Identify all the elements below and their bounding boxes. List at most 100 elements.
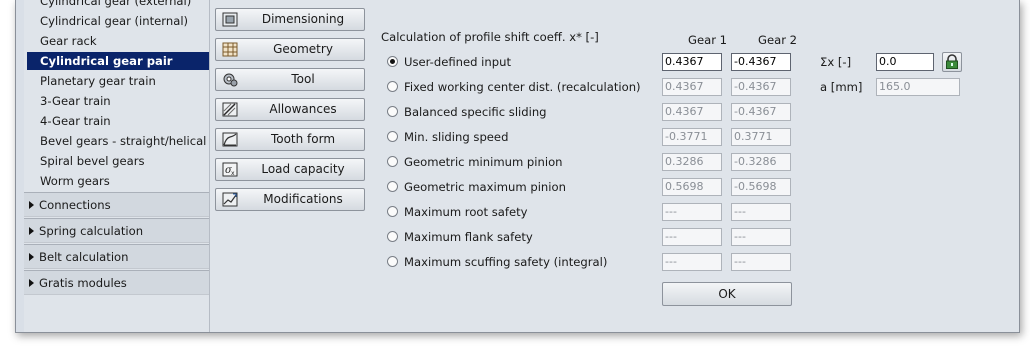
gear1-min-sliding-field: -0.3771 (662, 128, 722, 146)
sidebar-category-connections[interactable]: Connections (24, 192, 222, 217)
sidebar-item-worm-gears[interactable]: Worm gears (40, 172, 110, 190)
option-maximum-root-safety[interactable]: Maximum root safety (387, 204, 528, 220)
gear2-balanced-sliding-field: -0.4367 (731, 103, 791, 121)
sidebar-item-cylindrical-gear-pair[interactable]: Cylindrical gear pair (27, 52, 222, 70)
option-label: Balanced specific sliding (404, 105, 547, 119)
geometry-button[interactable]: Geometry (215, 38, 365, 61)
radio-button[interactable] (387, 181, 398, 192)
modifications-label: Modifications (263, 192, 343, 206)
option-geometric-maximum-pinion[interactable]: Geometric maximum pinion (387, 179, 566, 195)
option-fixed-working-center-dist[interactable]: Fixed working center dist. (recalculatio… (387, 79, 641, 95)
option-label: Geometric maximum pinion (404, 180, 566, 194)
app-window: Cylindrical gear (external) Cylindrical … (15, 0, 1020, 333)
option-label: Geometric minimum pinion (404, 155, 563, 169)
option-label: Maximum scuffing safety (integral) (404, 255, 608, 269)
dimensioning-icon (222, 12, 238, 27)
sidebar-category-belt-calculation[interactable]: Belt calculation (24, 244, 222, 269)
center-distance-field: 165.0 (876, 78, 960, 96)
tool-label: Tool (291, 72, 315, 86)
option-label: Min. sliding speed (404, 130, 509, 144)
tooth-form-button[interactable]: Tooth form (215, 128, 365, 151)
option-user-defined-input[interactable]: User-defined input (387, 54, 511, 70)
geometry-label: Geometry (273, 42, 333, 56)
sidebar-item-4-gear-train[interactable]: 4-Gear train (40, 112, 111, 130)
radio-button[interactable] (387, 81, 398, 92)
sidebar-category-gratis-modules[interactable]: Gratis modules (24, 270, 222, 295)
category-label: Gratis modules (39, 276, 127, 290)
option-maximum-scuffing-safety[interactable]: Maximum scuffing safety (integral) (387, 254, 607, 270)
radio-button[interactable] (387, 206, 398, 217)
sidebar-item-cylindrical-gear-internal[interactable]: Cylindrical gear (internal) (40, 12, 188, 30)
profile-shift-title: Calculation of profile shift coeff. x* [… (381, 30, 599, 44)
radio-button[interactable] (387, 106, 398, 117)
gear1-geom-min-field: 0.3286 (662, 153, 722, 171)
lock-icon (946, 54, 958, 69)
category-label: Belt calculation (39, 250, 129, 264)
tool-button[interactable]: Tool (215, 68, 365, 91)
modifications-button[interactable]: Modifications (215, 188, 365, 211)
module-sidebar: Cylindrical gear (external) Cylindrical … (24, 0, 222, 332)
load-capacity-label: Load capacity (261, 162, 345, 176)
sidebar-item-planetary-gear-train[interactable]: Planetary gear train (40, 72, 156, 90)
sidebar-category-spring-calculation[interactable]: Spring calculation (24, 218, 222, 243)
tooth-form-icon (222, 132, 238, 147)
option-label: Fixed working center dist. (recalculatio… (404, 80, 641, 94)
load-capacity-button[interactable]: σx Load capacity (215, 158, 365, 181)
option-label: Maximum flank safety (404, 230, 533, 244)
expand-triangle-icon (29, 253, 34, 261)
category-label: Spring calculation (39, 224, 144, 238)
allowances-label: Allowances (269, 102, 337, 116)
option-label: User-defined input (404, 55, 512, 69)
sum-x-field[interactable]: 0.0 (876, 53, 934, 71)
sidebar-item-bevel-gears[interactable]: Bevel gears - straight/helical (40, 132, 206, 150)
gear2-root-safety-field: --- (731, 203, 791, 221)
radio-button[interactable] (387, 256, 398, 267)
gear2-scuffing-safety-field: --- (731, 253, 791, 271)
gear2-geom-max-field: -0.5698 (731, 178, 791, 196)
gear1-fixed-center-field: 0.4367 (662, 78, 722, 96)
gear1-geom-max-field: 0.5698 (662, 178, 722, 196)
lock-button[interactable] (942, 52, 962, 72)
gear1-flank-safety-field: --- (662, 228, 722, 246)
radio-button[interactable] (387, 231, 398, 242)
sidebar-item-3-gear-train[interactable]: 3-Gear train (40, 92, 111, 110)
sidebar-item-cylindrical-gear-external[interactable]: Cylindrical gear (external) (40, 0, 191, 10)
gear1-root-safety-field: --- (662, 203, 722, 221)
option-label: Maximum root safety (404, 205, 528, 219)
option-min-sliding-speed[interactable]: Min. sliding speed (387, 129, 508, 145)
sidebar-item-gear-rack[interactable]: Gear rack (40, 32, 97, 50)
category-label: Connections (39, 198, 111, 212)
sum-x-label: Σx [-] (820, 55, 852, 69)
geometry-icon (222, 42, 238, 57)
modifications-icon (222, 192, 238, 207)
option-balanced-specific-sliding[interactable]: Balanced specific sliding (387, 104, 547, 120)
tool-icon (223, 73, 238, 87)
option-maximum-flank-safety[interactable]: Maximum flank safety (387, 229, 533, 245)
dimensioning-button[interactable]: Dimensioning (215, 8, 365, 31)
gear2-column-header: Gear 2 (758, 33, 798, 47)
gear2-geom-min-field: -0.3286 (731, 153, 791, 171)
gear1-column-header: Gear 1 (688, 33, 728, 47)
option-geometric-minimum-pinion[interactable]: Geometric minimum pinion (387, 154, 563, 170)
allowances-icon (222, 102, 238, 117)
load-capacity-icon: σx (222, 162, 238, 177)
svg-text:x: x (231, 170, 235, 177)
allowances-button[interactable]: Allowances (215, 98, 365, 121)
radio-button[interactable] (387, 156, 398, 167)
gear1-scuffing-safety-field: --- (662, 253, 722, 271)
radio-button[interactable] (387, 56, 398, 67)
gear1-balanced-sliding-field: 0.4367 (662, 103, 722, 121)
gear2-flank-safety-field: --- (731, 228, 791, 246)
sidebar-item-spiral-bevel-gears[interactable]: Spiral bevel gears (40, 152, 145, 170)
gear2-min-sliding-field: 0.3771 (731, 128, 791, 146)
gear2-user-defined-field[interactable]: -0.4367 (731, 53, 791, 71)
tooth-form-label: Tooth form (270, 132, 336, 146)
expand-triangle-icon (29, 201, 34, 209)
ok-button[interactable]: OK (662, 282, 792, 306)
radio-button[interactable] (387, 131, 398, 142)
gear1-user-defined-field[interactable]: 0.4367 (662, 53, 722, 71)
center-distance-label: a [mm] (820, 80, 863, 94)
main-panel: Dimensioning Geometry Tool Allowances To… (209, 0, 1019, 332)
expand-triangle-icon (29, 279, 34, 287)
expand-triangle-icon (29, 227, 34, 235)
